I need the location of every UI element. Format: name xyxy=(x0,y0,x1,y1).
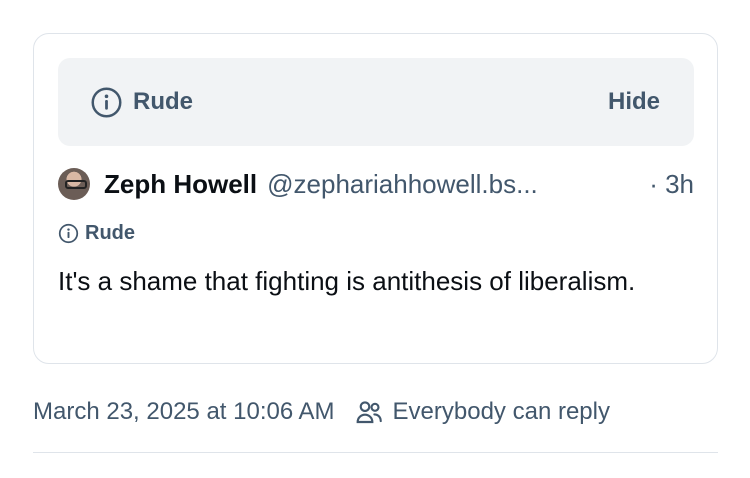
post-meta-row: March 23, 2025 at 10:06 AM Everybody can… xyxy=(33,396,610,428)
reply-setting[interactable]: Everybody can reply xyxy=(393,398,610,426)
content-warning-label-group: Rude xyxy=(90,86,193,119)
divider xyxy=(33,452,718,453)
moderation-label-text: Rude xyxy=(85,222,135,244)
post-header: Zeph Howell @zephariahhowell.bs... · 3h xyxy=(58,166,694,202)
author-name[interactable]: Zeph Howell xyxy=(104,169,257,200)
info-circle-small-icon xyxy=(58,223,79,244)
author-handle[interactable]: @zephariahhowell.bs... xyxy=(267,169,538,200)
post-date[interactable]: March 23, 2025 at 10:06 AM xyxy=(33,398,335,426)
people-icon xyxy=(353,396,385,428)
content-warning-label: Rude xyxy=(133,88,193,115)
content-warning-bar: Rude Hide xyxy=(58,58,694,146)
info-circle-icon xyxy=(90,86,123,119)
avatar[interactable] xyxy=(58,168,90,200)
quoted-post-card[interactable]: Rude Hide Zeph Howell @zephariahhowell.b… xyxy=(33,33,718,364)
post-time[interactable]: · 3h xyxy=(649,169,694,200)
hide-button[interactable]: Hide xyxy=(608,88,660,116)
post-text: It's a shame that fighting is antithesis… xyxy=(58,266,636,296)
moderation-label[interactable]: Rude xyxy=(58,222,135,245)
